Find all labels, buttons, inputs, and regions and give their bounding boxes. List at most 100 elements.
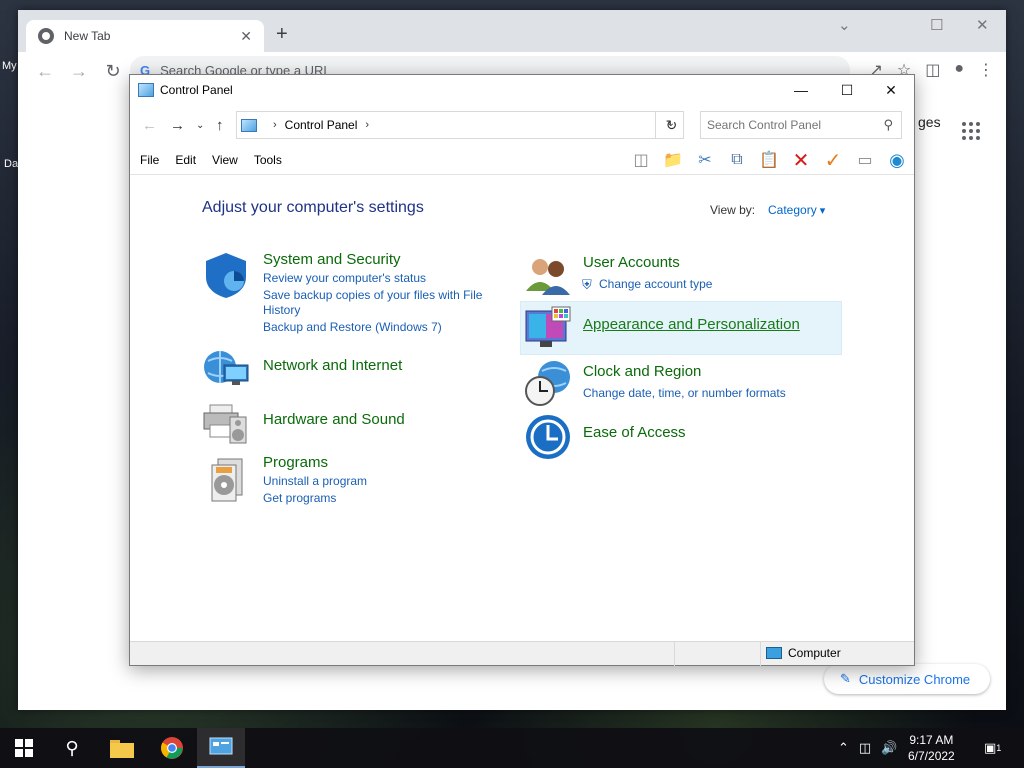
menu-bar: File Edit View Tools ◫ 📁 ✂ ⧉ 📋 ✕ ✓ ▭ ◉ bbox=[130, 145, 914, 175]
view-by-dropdown[interactable]: Category bbox=[768, 203, 825, 217]
refresh-icon[interactable]: ↻ bbox=[655, 111, 687, 139]
notification-center[interactable]: ▣ 1 bbox=[984, 728, 1001, 768]
minimize-icon[interactable]: — bbox=[778, 75, 824, 105]
category-title[interactable]: Appearance and Personalization bbox=[583, 316, 800, 333]
category-link[interactable]: Change account type bbox=[599, 277, 712, 291]
chevron-up-icon[interactable]: ⌃ bbox=[838, 740, 849, 756]
window-title: Control Panel bbox=[160, 83, 233, 97]
start-button[interactable] bbox=[0, 728, 48, 768]
control-panel-icon bbox=[138, 83, 154, 97]
chrome-favicon-icon bbox=[38, 28, 54, 44]
desktop-icon-label[interactable]: Da bbox=[4, 158, 18, 170]
side-panel-icon[interactable]: ◫ bbox=[925, 60, 940, 80]
category-title[interactable]: System and Security bbox=[263, 251, 401, 268]
chrome-tab-search-icon[interactable]: ⌄ bbox=[838, 16, 851, 34]
paste-icon[interactable]: 📋 bbox=[758, 149, 780, 171]
category-title[interactable]: Network and Internet bbox=[263, 357, 402, 374]
profile-icon[interactable]: ● bbox=[954, 60, 964, 80]
taskbar: ⚲ ⌃ ◫ 🔊 9:17 AM 6/7/2022 ▣ 1 bbox=[0, 728, 1024, 768]
status-bar: Computer bbox=[130, 641, 914, 666]
users-icon[interactable] bbox=[524, 251, 572, 299]
category-link[interactable]: Change date, time, or number formats bbox=[583, 386, 786, 400]
customize-chrome-button[interactable]: ✎ Customize Chrome bbox=[824, 664, 990, 694]
volume-icon[interactable]: 🔊 bbox=[881, 740, 897, 756]
new-tab-button[interactable]: + bbox=[276, 24, 288, 44]
chrome-taskbar-icon[interactable] bbox=[148, 728, 196, 768]
category-title[interactable]: User Accounts bbox=[583, 254, 680, 271]
chevron-right-icon[interactable]: › bbox=[365, 119, 369, 131]
globe-icon[interactable]: ◉ bbox=[886, 149, 908, 171]
ease-of-access-icon[interactable] bbox=[524, 413, 572, 461]
ntp-images-link[interactable]: ges bbox=[918, 114, 941, 130]
menu-view[interactable]: View bbox=[212, 153, 238, 167]
delete-icon[interactable]: ✕ bbox=[790, 149, 812, 172]
control-panel-taskbar-icon[interactable] bbox=[197, 728, 245, 768]
control-panel-body: Adjust your computer's settings View by:… bbox=[130, 175, 914, 641]
category-link[interactable]: Save backup copies of your files with Fi… bbox=[263, 288, 482, 302]
address-row: ← → ⌄ ↑ › Control Panel › ⌄ ↻ ⚲ bbox=[130, 105, 914, 145]
organize-icon[interactable]: 📁 bbox=[662, 149, 684, 171]
status-computer-label: Computer bbox=[788, 646, 841, 660]
reload-icon[interactable]: ↻ bbox=[96, 61, 130, 82]
desktop-icon-label[interactable]: My bbox=[2, 60, 17, 72]
file-explorer-icon[interactable] bbox=[98, 728, 146, 768]
forward-arrow-icon[interactable]: → bbox=[170, 117, 185, 134]
tab-title: New Tab bbox=[64, 29, 111, 43]
breadcrumb-control-panel[interactable]: Control Panel bbox=[285, 118, 358, 132]
view-by-label: View by: bbox=[710, 203, 756, 217]
copy-icon[interactable]: ⧉ bbox=[726, 149, 748, 171]
menu-kebab-icon[interactable]: ⋮ bbox=[978, 60, 994, 80]
category-link[interactable]: Get programs bbox=[263, 491, 336, 505]
properties-check-icon[interactable]: ✓ bbox=[822, 149, 844, 172]
address-bar[interactable]: › Control Panel › ⌄ bbox=[236, 111, 684, 139]
chrome-maximize-icon[interactable]: ☐ bbox=[930, 16, 943, 34]
clock-globe-icon[interactable] bbox=[524, 359, 572, 407]
search-input[interactable] bbox=[707, 118, 873, 132]
category-link[interactable]: Backup and Restore (Windows 7) bbox=[263, 320, 442, 334]
search-taskbar-icon[interactable]: ⚲ bbox=[48, 728, 96, 768]
category-link[interactable]: History bbox=[263, 303, 300, 317]
programs-disc-icon[interactable] bbox=[202, 455, 250, 503]
network-icon[interactable]: ◫ bbox=[859, 740, 871, 756]
google-apps-icon[interactable] bbox=[962, 122, 980, 140]
recent-locations-icon[interactable]: ⌄ bbox=[196, 120, 204, 131]
uac-shield-icon: ⛨ bbox=[582, 277, 592, 292]
menu-edit[interactable]: Edit bbox=[175, 153, 196, 167]
category-title[interactable]: Programs bbox=[263, 454, 328, 471]
up-arrow-icon[interactable]: ↑ bbox=[216, 117, 224, 134]
cp-titlebar[interactable]: Control Panel — ☐ ✕ bbox=[130, 75, 914, 105]
tab-close-icon[interactable]: ✕ bbox=[240, 28, 252, 45]
forward-icon[interactable]: → bbox=[62, 61, 96, 82]
pencil-icon: ✎ bbox=[840, 671, 851, 686]
search-box[interactable]: ⚲ bbox=[700, 111, 902, 139]
search-icon[interactable]: ⚲ bbox=[883, 117, 893, 133]
back-arrow-icon[interactable]: ← bbox=[142, 117, 157, 134]
category-title[interactable]: Clock and Region bbox=[583, 363, 701, 380]
chrome-tab-newtab[interactable]: New Tab ✕ bbox=[26, 20, 264, 52]
control-panel-icon bbox=[241, 118, 257, 132]
back-icon[interactable]: ← bbox=[28, 61, 62, 82]
preview-pane-icon[interactable]: ◫ bbox=[630, 149, 652, 171]
shield-icon[interactable] bbox=[202, 251, 250, 299]
control-panel-window: Control Panel — ☐ ✕ ← → ⌄ ↑ › Control Pa… bbox=[129, 74, 915, 666]
status-computer: Computer bbox=[766, 646, 841, 660]
menu-file[interactable]: File bbox=[140, 153, 159, 167]
category-title[interactable]: Ease of Access bbox=[583, 424, 686, 441]
category-link[interactable]: Review your computer's status bbox=[263, 271, 426, 285]
category-title[interactable]: Hardware and Sound bbox=[263, 411, 405, 428]
customize-chrome-label: Customize Chrome bbox=[858, 671, 971, 687]
chrome-close-icon[interactable]: ✕ bbox=[976, 16, 989, 34]
menu-tools[interactable]: Tools bbox=[254, 153, 282, 167]
close-icon[interactable]: ✕ bbox=[868, 75, 914, 105]
maximize-icon[interactable]: ☐ bbox=[824, 75, 870, 105]
windows-logo-icon bbox=[15, 739, 33, 757]
appearance-monitor-icon[interactable] bbox=[524, 305, 572, 353]
cut-icon[interactable]: ✂ bbox=[694, 149, 716, 171]
rename-icon[interactable]: ▭ bbox=[854, 149, 876, 171]
chevron-right-icon[interactable]: › bbox=[273, 119, 277, 131]
clock-time: 9:17 AM bbox=[909, 733, 954, 747]
printer-speaker-icon[interactable] bbox=[202, 399, 250, 447]
category-link[interactable]: Uninstall a program bbox=[263, 474, 367, 488]
network-globe-icon[interactable] bbox=[202, 345, 250, 393]
taskbar-clock[interactable]: 9:17 AM 6/7/2022 bbox=[908, 732, 955, 764]
